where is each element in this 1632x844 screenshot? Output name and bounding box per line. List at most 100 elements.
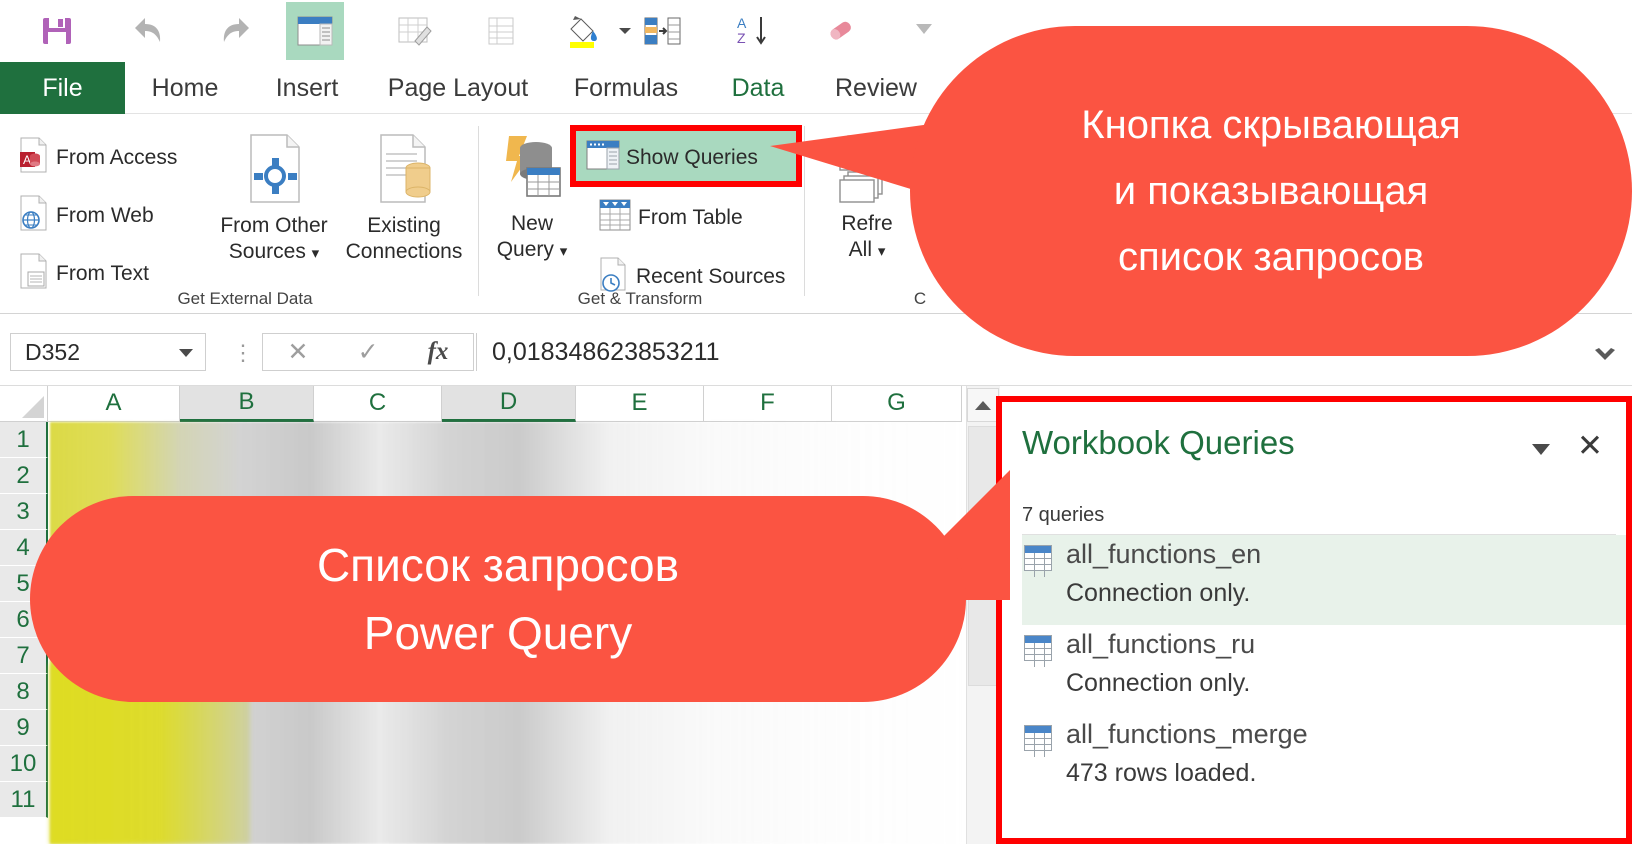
chevron-down-icon[interactable] xyxy=(1588,342,1622,368)
column-header-f[interactable]: F xyxy=(704,386,832,422)
callout-query-list: Список запросов Power Query xyxy=(30,496,966,702)
callout-line-2: и показывающая xyxy=(1113,169,1429,213)
name-box[interactable]: D352 xyxy=(10,333,206,371)
query-status: Connection only. xyxy=(1066,579,1251,607)
query-table-icon xyxy=(1024,545,1052,577)
chevron-down-icon[interactable]: ▾ xyxy=(560,243,568,260)
group-label-get-transform: Get & Transform xyxy=(577,289,703,308)
queries-count-label: 7 queries xyxy=(1022,504,1105,526)
column-header-g[interactable]: G xyxy=(832,386,962,422)
query-name: all_functions_ru xyxy=(1066,629,1256,659)
tab-review[interactable]: Review xyxy=(816,62,936,114)
confirm-icon[interactable]: ✓ xyxy=(358,337,379,367)
from-access-button[interactable]: A From Access xyxy=(18,136,177,180)
queries-list: all_functions_en Connection only. all_fu… xyxy=(1022,535,1626,838)
query-status: 473 rows loaded. xyxy=(1066,759,1257,787)
group-separator-1 xyxy=(478,126,479,296)
from-text-label: From Text xyxy=(56,262,149,285)
existing-connections-label-2: Connections xyxy=(345,240,463,263)
group-label-connections: C xyxy=(913,289,927,308)
row-header-11[interactable]: 11 xyxy=(0,782,48,818)
insert-function-icon[interactable]: fx xyxy=(428,338,449,366)
vertical-scrollbar[interactable] xyxy=(966,386,1000,844)
row-header-3[interactable]: 3 xyxy=(0,494,48,530)
svg-text:Z: Z xyxy=(737,30,746,46)
from-table-button[interactable]: From Table xyxy=(598,198,743,238)
list-item[interactable]: all_functions_ru Connection only. xyxy=(1022,625,1626,715)
tab-data[interactable]: Data xyxy=(706,62,810,114)
column-header-a[interactable]: A xyxy=(48,386,180,422)
from-web-button[interactable]: From Web xyxy=(18,194,154,238)
row-header-10[interactable]: 10 xyxy=(0,746,48,782)
query-table-icon xyxy=(1024,635,1052,667)
customize-qat-icon[interactable] xyxy=(896,2,954,60)
name-box-value: D352 xyxy=(25,338,80,365)
excel-window: AZ File Home Insert Page Layout Formulas… xyxy=(0,0,1632,844)
edit-table-icon[interactable] xyxy=(386,2,444,60)
query-status: Connection only. xyxy=(1066,669,1251,697)
select-all-corner[interactable] xyxy=(0,386,48,422)
from-other-sources-icon xyxy=(243,132,305,213)
text-to-columns-icon[interactable] xyxy=(634,2,692,60)
formula-bar-separator xyxy=(476,333,477,371)
show-queries-highlight xyxy=(570,125,802,187)
list-item[interactable]: all_functions_merge 473 rows loaded. xyxy=(1022,715,1626,805)
column-header-e[interactable]: E xyxy=(576,386,704,422)
existing-connections-label-1: Existing xyxy=(367,214,441,237)
undo-icon[interactable] xyxy=(118,2,176,60)
formula-bar-grip[interactable]: ⋮ xyxy=(232,340,254,366)
sort-az-icon[interactable]: AZ xyxy=(724,2,782,60)
new-query-label-1: New xyxy=(510,212,553,235)
chevron-down-icon[interactable]: ▾ xyxy=(312,245,320,262)
row-header-8[interactable]: 8 xyxy=(0,674,48,710)
refresh-all-label-2: All ▾ xyxy=(848,238,886,261)
tab-home[interactable]: Home xyxy=(125,62,245,114)
from-other-sources-label-2: Sources ▾ xyxy=(228,240,320,263)
redo-icon[interactable] xyxy=(208,2,266,60)
refresh-all-label-1: Refre xyxy=(841,212,893,235)
recent-sources-label: Recent Sources xyxy=(636,265,786,288)
freeze-panes-icon[interactable] xyxy=(286,2,344,60)
from-other-sources-label-1: From Other xyxy=(220,214,328,237)
existing-connections-button[interactable]: Existing Connections xyxy=(332,132,476,265)
close-icon[interactable]: ✕ xyxy=(1574,430,1606,461)
tab-file[interactable]: File xyxy=(0,62,125,114)
svg-text:A: A xyxy=(737,15,747,31)
new-query-button[interactable]: New Query ▾ xyxy=(488,132,576,265)
column-header-b[interactable]: B xyxy=(180,386,314,422)
workbook-queries-pane: Workbook Queries ✕ 7 queries all_functio… xyxy=(996,396,1632,844)
callout-line-2: Power Query xyxy=(363,607,633,659)
from-web-label: From Web xyxy=(56,204,154,227)
from-other-sources-button[interactable]: From Other Sources ▾ xyxy=(204,132,344,267)
cancel-icon[interactable]: ✕ xyxy=(288,337,309,367)
from-access-icon: A xyxy=(18,136,50,180)
column-header-d[interactable]: D xyxy=(442,386,576,422)
scroll-up-arrow-icon[interactable] xyxy=(967,388,999,422)
tab-page-layout[interactable]: Page Layout xyxy=(370,62,546,114)
from-table-label: From Table xyxy=(638,206,743,229)
list-item[interactable]: all_functions_en Connection only. xyxy=(1022,535,1626,625)
new-query-label-2: Query ▾ xyxy=(496,238,568,261)
from-web-icon xyxy=(18,194,50,238)
existing-connections-icon xyxy=(373,132,435,213)
from-table-icon xyxy=(598,198,632,238)
chevron-down-icon[interactable] xyxy=(179,349,193,357)
row-header-9[interactable]: 9 xyxy=(0,710,48,746)
svg-text:A: A xyxy=(23,153,31,167)
chevron-down-icon[interactable] xyxy=(1532,444,1550,455)
column-header-c[interactable]: C xyxy=(314,386,442,422)
query-table-icon xyxy=(1024,725,1052,757)
row-header-2[interactable]: 2 xyxy=(0,458,48,494)
callout-line-1: Кнопка скрывающая xyxy=(1081,103,1461,147)
new-query-icon xyxy=(497,132,567,211)
clear-formatting-icon[interactable] xyxy=(812,2,870,60)
group-label-get-external-data: Get External Data xyxy=(177,289,313,308)
chevron-down-icon[interactable]: ▾ xyxy=(878,243,886,260)
save-icon[interactable] xyxy=(28,2,86,60)
query-name: all_functions_en xyxy=(1066,539,1262,569)
tab-insert[interactable]: Insert xyxy=(248,62,366,114)
row-header-1[interactable]: 1 xyxy=(0,422,48,458)
workbook-queries-title: Workbook Queries xyxy=(1022,424,1295,461)
tab-formulas[interactable]: Formulas xyxy=(550,62,702,114)
list-icon[interactable] xyxy=(472,2,530,60)
